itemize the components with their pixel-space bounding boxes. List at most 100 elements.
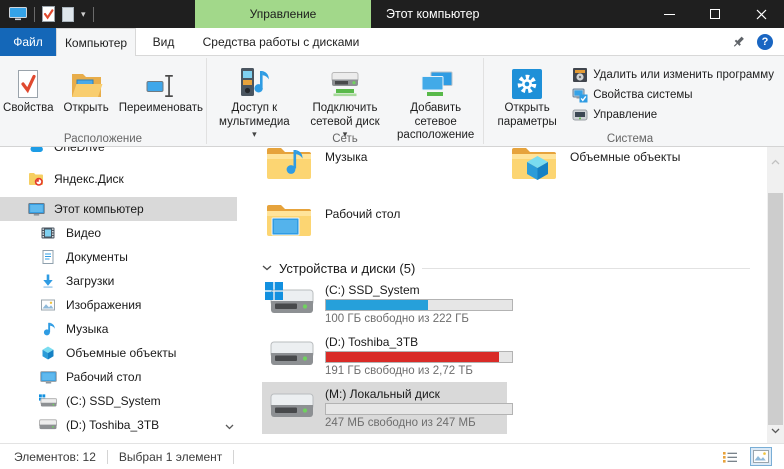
drive-usage-bar (325, 351, 513, 363)
sidebar-item-downloads[interactable]: Загрузки (0, 269, 237, 293)
folder-tile-3d-objects[interactable]: Объемные объекты (507, 147, 752, 198)
close-button[interactable] (738, 0, 784, 28)
manage-button[interactable]: Управление (572, 107, 774, 123)
sidebar-item-drive-c[interactable]: (C:) SSD_System (0, 389, 237, 413)
window-title: Этот компьютер (386, 0, 479, 28)
devices-and-drives-header[interactable]: Устройства и диски (5) (262, 258, 784, 278)
drive-name: (D:) Toshiba_3TB (325, 335, 513, 349)
group-label-system: Система (484, 133, 776, 145)
properties-quick-icon[interactable] (42, 6, 55, 22)
ribbon: Свойства Открыть Переименовать Расположе… (0, 56, 784, 147)
tab-computer[interactable]: Компьютер (56, 28, 136, 56)
help-button[interactable]: ? (757, 34, 773, 50)
drive-free-space: 100 ГБ свободно из 222 ГБ (325, 313, 513, 325)
new-item-icon[interactable] (62, 7, 74, 22)
drive-usage-fill (326, 300, 428, 310)
system-properties-icon (572, 87, 588, 103)
this-pc-icon (27, 201, 45, 217)
drive-icon (39, 419, 57, 431)
tab-file[interactable]: Файл (0, 28, 56, 56)
thumbnail-view-icon (753, 450, 769, 463)
open-settings-button[interactable]: Открыть параметры (486, 59, 568, 131)
explorer-window: ▾ Управление Этот компьютер Файл Компьют… (0, 0, 784, 469)
details-view-button[interactable] (719, 447, 741, 466)
drive-usage-fill (326, 352, 499, 362)
add-network-location-icon (418, 61, 454, 99)
drive-tile-m[interactable]: (M:) Локальный диск 247 МБ свободно из 2… (262, 382, 507, 434)
thumbnail-view-button[interactable] (750, 447, 772, 466)
sidebar-scroll-down-icon[interactable] (225, 417, 234, 435)
sidebar-item-onedrive[interactable]: OneDrive (0, 147, 237, 159)
pin-ribbon-icon[interactable] (731, 35, 746, 49)
file-list-pane: Музыка Объемные объекты Рабочий стол Уст… (237, 147, 784, 443)
yandex-disk-icon (27, 171, 45, 187)
drive-icon (267, 391, 315, 425)
scroll-down-icon[interactable] (771, 421, 780, 439)
sidebar-item-yandex-disk[interactable]: Яндекс.Диск (0, 167, 237, 191)
chevron-down-icon (262, 265, 272, 271)
this-pc-icon[interactable] (9, 7, 27, 21)
open-folder-icon (70, 61, 103, 99)
sidebar-item-pictures[interactable]: Изображения (0, 293, 237, 317)
drive-usage-bar (325, 403, 513, 415)
selection-count: Выбран 1 элемент (119, 450, 222, 464)
rename-icon (145, 61, 177, 99)
folder-tile-music[interactable]: Музыка (262, 147, 507, 198)
ribbon-controls: ? (731, 28, 784, 55)
drive-icon (267, 339, 315, 373)
status-separator (233, 450, 234, 464)
details-view-icon (722, 450, 738, 464)
close-icon (756, 9, 767, 20)
ribbon-group-network: Доступ к мультимедиа ▾ Подключить сетево… (207, 56, 483, 146)
ribbon-tab-row: Файл Компьютер Вид Средства работы с дис… (0, 28, 784, 56)
settings-gear-icon (512, 61, 542, 99)
rename-button[interactable]: Переименовать (114, 59, 208, 118)
sidebar-item-3d-objects[interactable]: Объемные объекты (0, 341, 237, 365)
sidebar-item-desktop[interactable]: Рабочий стол (0, 365, 237, 389)
maximize-icon (710, 9, 720, 19)
scrollbar-thumb[interactable] (768, 193, 783, 425)
customize-toolbar-chevron-icon[interactable]: ▾ (81, 10, 86, 19)
sidebar-item-drive-d[interactable]: (D:) Toshiba_3TB (0, 413, 237, 437)
scroll-up-icon[interactable] (771, 152, 780, 170)
sidebar-item-documents[interactable]: Документы (0, 245, 237, 269)
properties-button[interactable]: Свойства (0, 59, 59, 118)
group-label-network: Сеть (207, 133, 483, 145)
drive-name: (C:) SSD_System (325, 283, 513, 297)
titlebar: ▾ Управление Этот компьютер (0, 0, 784, 28)
desktop-folder-icon (266, 200, 312, 238)
manage-icon (572, 107, 588, 123)
contextual-tab-header[interactable]: Управление (195, 0, 371, 28)
ribbon-group-location: Свойства Открыть Переименовать Расположе… (0, 56, 206, 146)
drive-tile-c[interactable]: (C:) SSD_System 100 ГБ свободно из 222 Г… (262, 278, 507, 330)
sidebar-item-video[interactable]: Видео (0, 221, 237, 245)
items-count: Элементов: 12 (14, 450, 96, 464)
map-network-drive-button[interactable]: Подключить сетевой диск ▾ (300, 59, 391, 142)
drive-list: (C:) SSD_System 100 ГБ свободно из 222 Г… (262, 278, 507, 434)
open-button[interactable]: Открыть (59, 59, 114, 118)
drive-tile-d[interactable]: (D:) Toshiba_3TB 191 ГБ свободно из 2,72… (262, 330, 507, 382)
tab-disk-tools[interactable]: Средства работы с дисками (191, 28, 371, 56)
system-properties-button[interactable]: Свойства системы (572, 87, 774, 103)
navigation-pane: OneDrive Яндекс.Диск Этот компьютер Виде… (0, 147, 237, 443)
media-access-icon (238, 61, 271, 99)
status-bar: Элементов: 12 Выбран 1 элемент (0, 443, 784, 469)
content-area: OneDrive Яндекс.Диск Этот компьютер Виде… (0, 147, 784, 443)
folder-tile-desktop[interactable]: Рабочий стол (262, 198, 507, 255)
toolbar-separator (93, 7, 94, 22)
maximize-button[interactable] (692, 0, 738, 28)
sidebar-item-this-pc[interactable]: Этот компьютер (0, 197, 237, 221)
sidebar-item-music[interactable]: Музыка (0, 317, 237, 341)
minimize-button[interactable] (646, 0, 692, 28)
vertical-scrollbar[interactable] (767, 147, 784, 443)
uninstall-program-button[interactable]: Удалить или изменить программу (572, 67, 774, 83)
folder-tiles: Музыка Объемные объекты Рабочий стол (262, 147, 784, 255)
add-network-location-button[interactable]: Добавить сетевое расположение (390, 59, 481, 145)
video-icon (39, 225, 57, 241)
drive-free-space: 191 ГБ свободно из 2,72 ТБ (325, 365, 513, 377)
media-access-button[interactable]: Доступ к мультимедиа ▾ (209, 59, 300, 142)
folder-name: Музыка (325, 147, 367, 196)
onedrive-cloud-icon (27, 147, 45, 155)
tab-view[interactable]: Вид (136, 28, 191, 56)
ribbon-group-system: Открыть параметры Удалить или изменить п… (484, 56, 776, 146)
